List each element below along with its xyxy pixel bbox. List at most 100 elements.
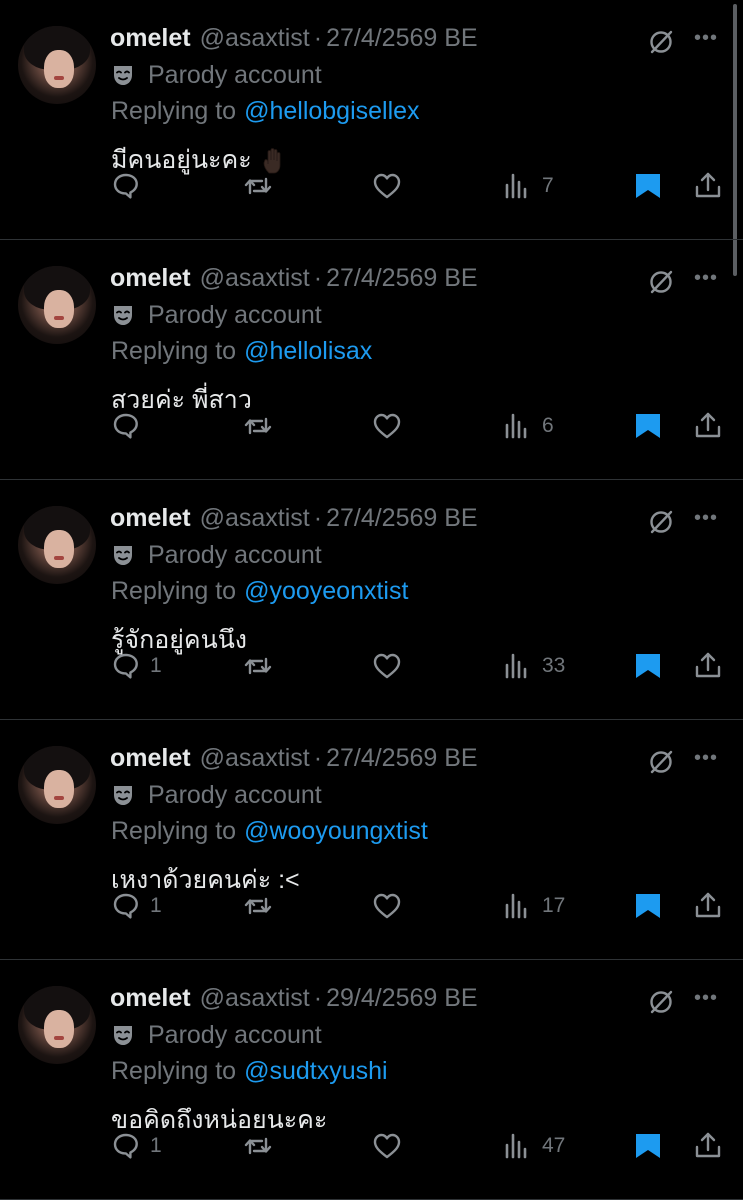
replying-to-prefix: Replying to	[111, 337, 237, 365]
avatar[interactable]	[18, 986, 96, 1064]
repost-arrows-icon	[244, 177, 272, 195]
more-options-icon[interactable]: •••	[694, 27, 718, 50]
like-button[interactable]	[371, 170, 403, 202]
bookmark-button[interactable]	[632, 1130, 664, 1162]
bookmark-filled-icon	[636, 1134, 660, 1158]
avatar[interactable]	[18, 746, 96, 824]
views-button[interactable]: 7	[502, 170, 554, 202]
bookmark-button[interactable]	[632, 410, 664, 442]
tweet-date[interactable]: 27/4/2569 BE	[326, 504, 478, 533]
slashed-circle-icon[interactable]	[647, 508, 675, 536]
tweet-header: omelet @asaxtist · 27/4/2569 BE	[110, 24, 478, 56]
speech-bubble-icon	[113, 413, 138, 439]
replying-to: Replying to @sudtxyushi	[111, 1057, 388, 1086]
heart-icon	[373, 173, 401, 199]
more-options-icon[interactable]: •••	[694, 507, 718, 530]
like-button[interactable]	[371, 650, 403, 682]
reply-count: 1	[150, 894, 162, 917]
slashed-circle-icon[interactable]	[647, 28, 675, 56]
repost-button[interactable]	[242, 410, 274, 442]
tweet-date[interactable]: 27/4/2569 BE	[326, 24, 478, 53]
speech-bubble-icon	[113, 893, 138, 919]
views-button[interactable]: 6	[502, 410, 554, 442]
slashed-circle-icon[interactable]	[647, 748, 675, 776]
user-handle[interactable]: @asaxtist	[200, 744, 310, 773]
user-handle[interactable]: @asaxtist	[200, 984, 310, 1013]
reply-button[interactable]	[110, 170, 150, 202]
bookmark-filled-icon	[636, 654, 660, 678]
reply-handle-link[interactable]: @hellobgisellex	[244, 97, 419, 125]
reply-handle-link[interactable]: @wooyoungxtist	[244, 817, 428, 845]
parody-text: Parody account	[148, 300, 322, 329]
reply-button[interactable]: 1	[110, 1130, 162, 1162]
parody-label: Parody account	[111, 300, 322, 330]
user-handle[interactable]: @asaxtist	[200, 504, 310, 533]
repost-button[interactable]	[242, 1130, 274, 1162]
parody-text: Parody account	[148, 780, 322, 809]
views-button[interactable]: 47	[502, 1130, 565, 1162]
views-button[interactable]: 33	[502, 650, 565, 682]
more-options-icon[interactable]: •••	[694, 747, 718, 770]
tweet[interactable]: omelet @asaxtist · 29/4/2569 BE ••• Paro…	[0, 960, 743, 1200]
display-name[interactable]: omelet	[110, 744, 191, 773]
view-count: 6	[542, 414, 554, 437]
avatar[interactable]	[18, 266, 96, 344]
heart-icon	[373, 653, 401, 679]
share-button[interactable]	[692, 650, 724, 682]
user-handle[interactable]: @asaxtist	[200, 24, 310, 53]
share-button[interactable]	[692, 410, 724, 442]
tweet-date[interactable]: 27/4/2569 BE	[326, 264, 478, 293]
heart-icon	[373, 413, 401, 439]
repost-button[interactable]	[242, 170, 274, 202]
share-button[interactable]	[692, 890, 724, 922]
parody-text: Parody account	[148, 1020, 322, 1049]
more-options-icon[interactable]: •••	[694, 987, 718, 1010]
repost-button[interactable]	[242, 890, 274, 922]
tweet-date[interactable]: 27/4/2569 BE	[326, 744, 478, 773]
slashed-circle-icon[interactable]	[647, 988, 675, 1016]
parody-label: Parody account	[111, 1020, 322, 1050]
display-name[interactable]: omelet	[110, 984, 191, 1013]
more-options-icon[interactable]: •••	[694, 267, 718, 290]
share-upload-icon	[695, 172, 721, 198]
share-button[interactable]	[692, 170, 724, 202]
avatar[interactable]	[18, 26, 96, 104]
reply-handle-link[interactable]: @hellolisax	[244, 337, 372, 365]
tweet-date[interactable]: 29/4/2569 BE	[326, 984, 478, 1013]
bar-chart-icon	[505, 653, 527, 679]
replying-to-prefix: Replying to	[111, 817, 237, 845]
bookmark-button[interactable]	[632, 170, 664, 202]
like-button[interactable]	[371, 890, 403, 922]
like-button[interactable]	[371, 410, 403, 442]
reply-button[interactable]: 1	[110, 890, 162, 922]
like-button[interactable]	[371, 1130, 403, 1162]
view-count: 47	[542, 1134, 566, 1157]
replying-to: Replying to @wooyoungxtist	[111, 817, 428, 846]
reply-handle-link[interactable]: @yooyeonxtist	[244, 577, 408, 605]
separator-dot: ·	[313, 504, 323, 532]
tweet[interactable]: omelet @asaxtist · 27/4/2569 BE ••• Paro…	[0, 0, 743, 240]
share-button[interactable]	[692, 1130, 724, 1162]
repost-button[interactable]	[242, 650, 274, 682]
display-name[interactable]: omelet	[110, 504, 191, 533]
replying-to: Replying to @hellobgisellex	[111, 97, 420, 126]
reply-handle-link[interactable]: @sudtxyushi	[244, 1057, 388, 1085]
reply-button[interactable]: 1	[110, 650, 162, 682]
user-handle[interactable]: @asaxtist	[200, 264, 310, 293]
tweet[interactable]: omelet @asaxtist · 27/4/2569 BE ••• Paro…	[0, 240, 743, 480]
reply-button[interactable]	[110, 410, 150, 442]
views-button[interactable]: 17	[502, 890, 565, 922]
avatar[interactable]	[18, 506, 96, 584]
repost-arrows-icon	[244, 417, 272, 435]
theater-mask-icon	[114, 66, 132, 85]
tweet[interactable]: omelet @asaxtist · 27/4/2569 BE ••• Paro…	[0, 480, 743, 720]
separator-dot: ·	[313, 984, 323, 1012]
bar-chart-icon	[505, 1133, 527, 1159]
display-name[interactable]: omelet	[110, 24, 191, 53]
display-name[interactable]: omelet	[110, 264, 191, 293]
slashed-circle-icon[interactable]	[647, 268, 675, 296]
tweet[interactable]: omelet @asaxtist · 27/4/2569 BE ••• Paro…	[0, 720, 743, 960]
bookmark-button[interactable]	[632, 890, 664, 922]
replying-to-prefix: Replying to	[111, 1057, 237, 1085]
bookmark-button[interactable]	[632, 650, 664, 682]
